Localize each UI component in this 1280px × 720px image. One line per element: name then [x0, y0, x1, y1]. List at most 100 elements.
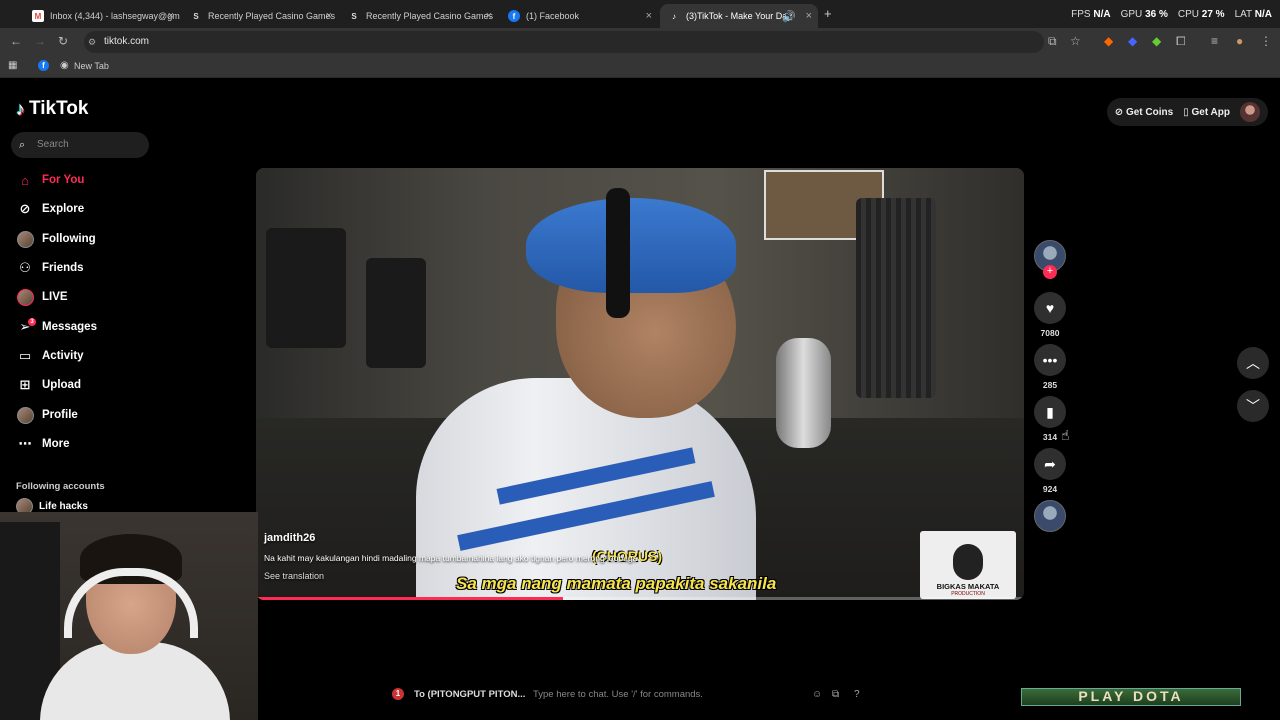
help-icon[interactable]: ? [854, 689, 860, 700]
speaker-icon[interactable]: 🔊 [782, 10, 796, 23]
follow-plus-icon[interactable]: + [1043, 265, 1057, 279]
forward-icon[interactable]: → [34, 34, 46, 48]
comment-icon: ••• [1034, 344, 1066, 376]
see-translation-link[interactable]: See translation [264, 571, 824, 581]
play-dota-button[interactable]: PLAY DOTA [1021, 688, 1241, 706]
tab-label: Recently Played Casino Games [366, 11, 494, 21]
profile-avatar [16, 406, 34, 424]
sound-disc-button[interactable] [1034, 500, 1066, 532]
cpu-value: 27 % [1201, 9, 1225, 20]
following-avatar [16, 230, 34, 248]
close-icon[interactable]: × [326, 10, 332, 22]
tiktok-logo[interactable]: ♪ TikTok [16, 98, 88, 120]
address-bar-row: ← → ↻ ⚙ tiktok.com ⧉ ☆ ◆ ◆ ◆ ⧠ ≡ ● ⋮ [0, 28, 1280, 56]
reload-icon[interactable]: ↻ [58, 34, 68, 48]
comment-count: 285 [1042, 380, 1058, 390]
sidebar-item-explore[interactable]: ⊘ Explore [16, 198, 85, 220]
sidebar-item-messages[interactable]: ➢ 3 Messages [16, 316, 97, 338]
close-icon[interactable]: × [486, 10, 492, 22]
upload-icon: ⊞ [19, 377, 31, 392]
video-acoustic-panel [856, 198, 936, 398]
more-icon: ⋯ [18, 436, 32, 451]
creator-avatar-button[interactable]: + [1034, 240, 1066, 279]
apps-grid-icon[interactable]: ▦ [8, 60, 17, 71]
messages-icon: ➢ 3 [16, 318, 36, 336]
messages-badge: 3 [28, 318, 36, 326]
gmail-icon: M [32, 10, 44, 22]
following-accounts-heading: Following accounts [16, 481, 105, 492]
back-icon[interactable]: ← [10, 34, 22, 48]
profile-icon[interactable]: ● [1236, 34, 1243, 48]
video-microphone [776, 338, 831, 448]
sidebar-item-for-you[interactable]: ⌂ For You [16, 169, 84, 191]
sidebar-item-friends[interactable]: ⚇ Friends [16, 257, 83, 279]
fps-value: N/A [1093, 9, 1111, 20]
compass-icon: ⊘ [19, 201, 31, 216]
site-icon: S [193, 11, 199, 21]
video-username[interactable]: jamdith26 [264, 532, 824, 544]
music-disc-icon [1034, 500, 1066, 532]
extensions-puzzle-icon[interactable]: ⧠ [1176, 34, 1186, 49]
facebook-bookmark-icon[interactable]: f [38, 60, 49, 71]
chat-recipient: To (PITONGPUT PITON... [414, 688, 526, 700]
site-info-icon[interactable]: ⚙ [88, 31, 96, 53]
previous-video-button[interactable]: ︿ [1237, 347, 1269, 379]
video-progress-fill [256, 597, 564, 600]
video-progress-bar[interactable] [256, 597, 1024, 600]
gpu-value: 36 % [1145, 9, 1168, 20]
close-icon[interactable]: × [806, 10, 812, 22]
sidebar-item-activity[interactable]: ▭ Activity [16, 345, 84, 367]
site-icon: S [351, 11, 357, 21]
extension-icon[interactable]: ◆ [1128, 34, 1137, 48]
new-tab-button[interactable]: + [824, 6, 832, 21]
media-control-icon[interactable]: ≡ [1211, 34, 1218, 48]
home-icon: ⌂ [21, 172, 29, 188]
close-icon[interactable]: × [168, 10, 174, 22]
like-button[interactable]: ♥ 7080 [1034, 292, 1066, 338]
emoji-icon[interactable]: ☺ [812, 689, 822, 700]
chat-input[interactable]: Type here to chat. Use '/' for commands. [533, 689, 703, 700]
search-input[interactable]: ⌕ Search [11, 132, 149, 158]
browser-tab-strip: M Inbox (4,344) - lashsegway@gm × S Rece… [0, 0, 1280, 28]
video-watermark-logo: BIGKAS MAKATA PRODUCTION [920, 531, 1016, 599]
get-app-button[interactable]: ▯ Get App [1183, 107, 1230, 118]
bookmark-icon: ▮ [1034, 396, 1066, 428]
sidebar-item-following[interactable]: Following [16, 228, 96, 250]
tab-facebook[interactable]: f (1) Facebook × [500, 4, 658, 28]
next-video-button[interactable]: ﹀ [1237, 390, 1269, 422]
comment-button[interactable]: ••• 285 [1034, 344, 1066, 390]
chat-settings-icon[interactable]: ⧉ [832, 689, 839, 700]
video-player[interactable]: (CHORUS) Sa mga nang mamata papakita sak… [256, 168, 1024, 600]
sidebar-item-profile[interactable]: Profile [16, 404, 78, 426]
tab-gmail[interactable]: M Inbox (4,344) - lashsegway@gm × [24, 4, 180, 28]
tiktok-icon: ♪ [672, 11, 676, 21]
system-stats-overlay: FPS N/A GPU 36 % CPU 27 % LAT N/A [1071, 9, 1272, 20]
live-avatar [16, 288, 34, 306]
tab-casino-1[interactable]: S Recently Played Casino Games × [182, 4, 338, 28]
sidebar-item-live[interactable]: LIVE [16, 286, 68, 308]
tab-casino-2[interactable]: S Recently Played Casino Games × [340, 4, 498, 28]
sidebar-item-more[interactable]: ⋯ More [16, 433, 70, 455]
facebook-icon: f [508, 10, 520, 22]
extension-icon[interactable]: ◆ [1104, 34, 1113, 48]
chevron-down-icon: ﹀ [1246, 398, 1260, 414]
tab-tiktok[interactable]: ♪ (3)TikTok - Make Your Day 🔊 × [660, 4, 818, 28]
close-icon[interactable]: × [646, 10, 652, 22]
game-chat-bar: 1 To (PITONGPUT PITON... Type here to ch… [258, 684, 1018, 704]
install-icon[interactable]: ⧉ [1048, 34, 1057, 49]
menu-icon[interactable]: ⋮ [1260, 34, 1272, 48]
tiktok-note-icon: ♪ [16, 98, 25, 119]
url-field[interactable]: ⚙ tiktok.com [84, 31, 1044, 53]
extension-icon[interactable]: ◆ [1152, 34, 1161, 48]
get-coins-button[interactable]: ⊘ Get Coins [1115, 107, 1173, 118]
video-speaker [266, 228, 346, 348]
friends-icon: ⚇ [19, 260, 31, 275]
sidebar-item-upload[interactable]: ⊞ Upload [16, 374, 81, 396]
share-button[interactable]: ➦ 924 [1034, 448, 1066, 494]
bookmark-new-tab[interactable]: New Tab [74, 61, 109, 71]
share-icon: ➦ [1034, 448, 1066, 480]
heart-icon: ♥ [1034, 292, 1066, 324]
bookmark-star-icon[interactable]: ☆ [1070, 34, 1081, 48]
user-avatar[interactable] [1240, 102, 1260, 122]
globe-icon: ◉ [60, 60, 69, 71]
